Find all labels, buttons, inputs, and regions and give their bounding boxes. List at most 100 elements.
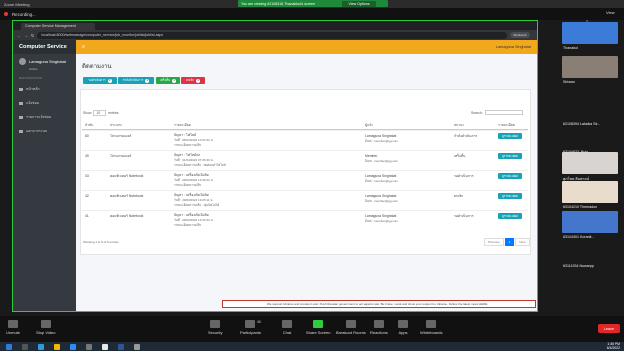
row-status: รอดำเนินการ bbox=[454, 214, 474, 218]
topbar-user[interactable]: Lamaguna Singhatat bbox=[496, 45, 531, 49]
app-taskbar-icon[interactable] bbox=[134, 343, 140, 350]
participant-name: 63104301 Koranit... bbox=[563, 235, 595, 239]
view-detail-button[interactable]: ดูรายละเอียด bbox=[498, 153, 522, 159]
chrome-taskbar-icon[interactable] bbox=[102, 343, 108, 350]
recording-label: Recording... bbox=[12, 11, 36, 17]
show-label: Show bbox=[83, 111, 92, 115]
user-status: Online bbox=[29, 67, 38, 71]
share-screen-button[interactable]: Share Screen bbox=[306, 320, 330, 335]
sidebar-item-logout[interactable]: ออกจากระบบ bbox=[13, 124, 76, 138]
apps-button[interactable]: Apps bbox=[398, 320, 408, 335]
breakout-rooms-button[interactable]: Breakout Rooms bbox=[336, 320, 366, 335]
col-header-type[interactable]: ประเภท bbox=[110, 123, 121, 128]
stop-video-button[interactable]: Stop Video bbox=[36, 320, 56, 335]
sidebar-item-list[interactable]: รายการแจ้งซ่อม bbox=[13, 110, 76, 124]
file-explorer-icon[interactable] bbox=[54, 343, 60, 350]
address-bar[interactable]: localhost:8000/webmanage/computer_servic… bbox=[37, 31, 508, 39]
sidebar-user: Lamaguna Singhatat bbox=[13, 54, 76, 67]
status-label: ยกเลิก bbox=[185, 78, 195, 82]
table-row: 42 คอมพิวเตอร์ Notebook ปัญหา : เครื่องเปิ… bbox=[82, 190, 528, 210]
participant-tile[interactable] bbox=[562, 152, 618, 174]
control-label: Unmute bbox=[6, 330, 21, 335]
app-brand[interactable]: Computer Service bbox=[13, 40, 76, 54]
search-input[interactable] bbox=[484, 110, 523, 115]
row-no: 43 bbox=[85, 174, 89, 178]
page-1-button[interactable]: 1 bbox=[504, 238, 515, 246]
table-info: Showing 1 to 5 of 5 entries bbox=[83, 240, 119, 244]
participant-tile[interactable] bbox=[562, 56, 618, 78]
app-taskbar-icon[interactable] bbox=[86, 343, 92, 350]
status-count: 1 bbox=[172, 78, 177, 83]
view-detail-button[interactable]: ดูรายละเอียด bbox=[498, 213, 522, 219]
participant-tile[interactable] bbox=[562, 240, 618, 262]
mic-muted-icon bbox=[8, 320, 18, 328]
ukraine-banner[interactable]: We support Ukraine and condemn war. Push… bbox=[222, 300, 536, 308]
leave-button[interactable]: Leave bbox=[598, 324, 620, 333]
chat-button[interactable]: Chat bbox=[282, 320, 292, 335]
sidebar-item-home[interactable]: หน้าหลัก bbox=[13, 82, 76, 96]
whiteboards-button[interactable]: Whiteboards bbox=[420, 320, 442, 335]
participant-tile[interactable] bbox=[562, 181, 618, 203]
status-count: 1 bbox=[196, 78, 201, 83]
forward-icon[interactable]: → bbox=[24, 33, 28, 38]
edge-icon[interactable] bbox=[38, 343, 44, 350]
profile-button[interactable]: Workwork bbox=[510, 32, 530, 38]
reload-icon[interactable]: ↻ bbox=[31, 33, 34, 38]
view-detail-button[interactable]: ดูรายละเอียด bbox=[498, 193, 522, 199]
entries-select[interactable]: 10 bbox=[93, 110, 107, 116]
view-detail-button[interactable]: ดูรายละเอียด bbox=[498, 133, 522, 139]
status-done-button[interactable]: เสร็จสิ้น 1 bbox=[156, 77, 180, 84]
participant-tile[interactable] bbox=[562, 98, 618, 120]
row-user: Lamaguna Singhatat bbox=[365, 134, 397, 138]
view-options-button[interactable]: View Options bbox=[342, 0, 376, 7]
user-name: Lamaguna Singhatat bbox=[29, 59, 66, 64]
word-taskbar-icon[interactable] bbox=[118, 343, 124, 350]
status-count: 1 bbox=[145, 78, 150, 83]
next-page-button[interactable]: Next bbox=[515, 238, 530, 246]
control-label: Security bbox=[208, 330, 223, 335]
window-title: Zoom Meeting bbox=[4, 1, 30, 7]
table-row: 41 คอมพิวเตอร์ Notebook ปัญหา : เครื่องเปิ… bbox=[82, 210, 528, 230]
col-header-reporter[interactable]: ผู้แจ้ง bbox=[365, 123, 373, 128]
menu-toggle-icon[interactable]: ≡ bbox=[82, 44, 85, 50]
security-button[interactable]: Security bbox=[208, 320, 222, 335]
entries-label: entries bbox=[108, 111, 119, 115]
logout-icon bbox=[19, 129, 23, 133]
prev-page-button[interactable]: Previous bbox=[484, 238, 504, 246]
view-button[interactable]: View bbox=[606, 10, 622, 17]
control-label: Share Screen bbox=[306, 330, 331, 335]
browser-tab[interactable]: Computer Service Management bbox=[21, 23, 95, 30]
sidebar-item-report[interactable]: แจ้งซ่อม bbox=[13, 96, 76, 110]
reactions-button[interactable]: Reactions bbox=[370, 320, 388, 335]
col-header-action[interactable]: รายละเอียด bbox=[498, 123, 515, 128]
row-status: รอดำเนินการ bbox=[454, 174, 474, 178]
col-header-detail[interactable]: รายละเอียด bbox=[174, 123, 191, 128]
search-control: Search: bbox=[471, 110, 523, 115]
participant-tile[interactable] bbox=[562, 211, 618, 233]
length-control: Show 10 entries bbox=[83, 110, 118, 116]
zoom-taskbar-icon[interactable] bbox=[70, 343, 76, 350]
participant-name: Siriwan bbox=[563, 80, 575, 84]
windows-start-icon[interactable] bbox=[6, 343, 12, 350]
control-label: Stop Video bbox=[36, 330, 56, 335]
control-label: Chat bbox=[282, 330, 292, 335]
status-inprogress-button[interactable]: กำลังดำเนินการ 1 bbox=[118, 77, 154, 84]
video-icon bbox=[40, 320, 51, 328]
row-status: เสร็จสิ้น bbox=[454, 154, 466, 158]
participant-tile[interactable] bbox=[562, 126, 618, 148]
col-header-no[interactable]: ลำดับ bbox=[85, 123, 93, 128]
unmute-button[interactable]: Unmute bbox=[6, 320, 20, 335]
view-detail-button[interactable]: ดูรายละเอียด bbox=[498, 173, 522, 179]
participants-icon bbox=[245, 320, 256, 328]
status-label: รอดำเนินการ bbox=[88, 78, 106, 82]
row-no: 49 bbox=[85, 154, 89, 158]
sidebar-item-label: รายการแจ้งซ่อม bbox=[26, 115, 52, 119]
search-taskbar-icon[interactable] bbox=[22, 343, 28, 350]
row-user: Lamaguna Singhatat bbox=[365, 194, 397, 198]
back-icon[interactable]: ← bbox=[17, 33, 21, 38]
status-cancel-button[interactable]: ยกเลิก 1 bbox=[181, 77, 205, 84]
status-pending-button[interactable]: รอดำเนินการ 0 bbox=[83, 77, 117, 84]
row-user: Lamaguna Singhatat bbox=[365, 174, 397, 178]
col-header-status[interactable]: สถานะ bbox=[454, 123, 464, 128]
participant-tile[interactable] bbox=[562, 22, 618, 44]
